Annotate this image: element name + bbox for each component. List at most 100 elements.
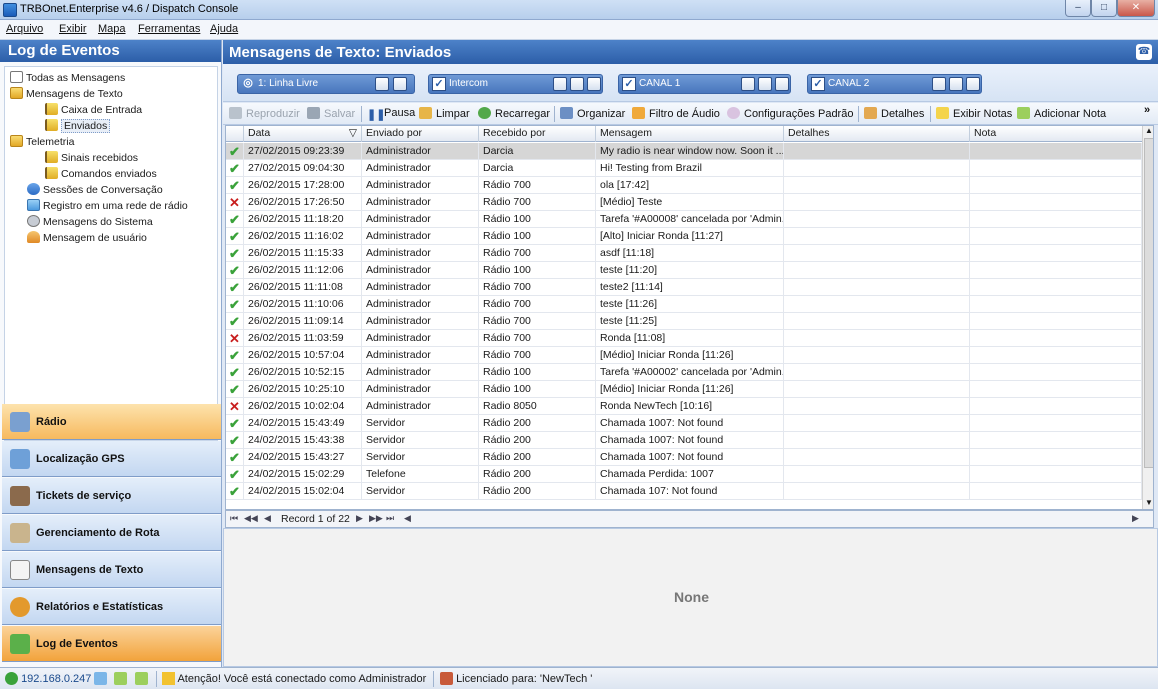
tree-item-sinais[interactable]: Sinais recebidos (45, 150, 138, 166)
menu-mapa[interactable]: Mapa (98, 23, 126, 35)
table-row[interactable]: ✔ 24/02/2015 15:02:04 Servidor Rádio 200 Cha… (226, 483, 1142, 500)
table-row[interactable]: ✔ 26/02/2015 11:12:06 Administrador Rádio 1… (226, 262, 1142, 279)
volume-icon[interactable] (553, 77, 567, 91)
table-row[interactable]: ✕ 26/02/2015 17:26:50 Administrador Rádio 7… (226, 194, 1142, 211)
table-row[interactable]: ✔ 24/02/2015 15:43:38 Servidor Rádio 200 Cha… (226, 432, 1142, 449)
checkbox-icon[interactable]: ✓ (432, 77, 446, 91)
first-page-icon[interactable]: ⏮ (230, 513, 238, 524)
tree-item-enviados[interactable]: Enviados (45, 118, 111, 134)
column-header-enviado-por[interactable]: Enviado por (362, 126, 479, 142)
minimize-button[interactable]: – (1065, 0, 1091, 17)
table-row[interactable]: ✔ 27/02/2015 09:04:30 Administrador Darcia H… (226, 160, 1142, 177)
tree-item-mensagens-texto[interactable]: Mensagens de Texto (10, 86, 123, 102)
table-row[interactable]: ✔ 26/02/2015 11:11:08 Administrador Rádio 7… (226, 279, 1142, 296)
nav-mensagens[interactable]: Mensagens de Texto (2, 552, 221, 588)
exibir-notas-button[interactable]: Exibir Notas (936, 107, 1012, 120)
next-page-icon[interactable]: ▶ (356, 513, 363, 524)
speaker-icon[interactable] (570, 77, 584, 91)
radio-status-2-icon[interactable] (135, 672, 148, 685)
channel-linha-livre[interactable]: ◎ 1: Linha Livre (237, 74, 415, 94)
next-page-fast-icon[interactable]: ▶▶ (369, 513, 383, 524)
menu-arquivo[interactable]: Arquivo (6, 23, 43, 35)
phone-icon[interactable]: ☎ (1136, 44, 1152, 60)
filtro-audio-button[interactable]: Filtro de Áudio (632, 107, 720, 120)
close-button[interactable]: ✕ (1117, 0, 1155, 17)
scroll-up-icon[interactable]: ▲ (1145, 126, 1153, 135)
limpar-button[interactable]: Limpar (419, 107, 470, 120)
nav-gps[interactable]: Localização GPS (2, 441, 221, 477)
nav-log-eventos[interactable]: Log de Eventos (2, 626, 221, 662)
radio-status-icon[interactable] (114, 672, 127, 685)
nav-tickets[interactable]: Tickets de serviço (2, 478, 221, 514)
menu-exibir[interactable]: Exibir (59, 23, 87, 35)
tree-item-sistema[interactable]: Mensagens do Sistema (27, 214, 153, 230)
vertical-scrollbar[interactable]: ▲ ▼ (1142, 126, 1153, 509)
table-row[interactable]: ✔ 24/02/2015 15:43:27 Servidor Rádio 200 Cha… (226, 449, 1142, 466)
pausa-button[interactable]: ❚❚Pausa (367, 107, 415, 121)
table-row[interactable]: ✔ 26/02/2015 11:15:33 Administrador Rádio 7… (226, 245, 1142, 262)
column-header-data[interactable]: Data ▽ (244, 126, 362, 142)
mute-icon[interactable] (966, 77, 980, 91)
prev-page-icon[interactable]: ◀ (264, 513, 271, 524)
table-row[interactable]: ✔ 26/02/2015 10:57:04 Administrador Rádio 7… (226, 347, 1142, 364)
nav-radio[interactable]: Rádio (2, 404, 221, 440)
checkbox-icon[interactable]: ✓ (811, 77, 825, 91)
menu-ajuda[interactable]: Ajuda (210, 23, 238, 35)
tree-item-usuario[interactable]: Mensagem de usuário (27, 230, 147, 246)
adicionar-nota-button[interactable]: Adicionar Nota (1017, 107, 1106, 120)
volume-icon[interactable] (741, 77, 755, 91)
tree-item-sessoes[interactable]: Sessões de Conversação (27, 182, 163, 198)
scroll-down-icon[interactable]: ▼ (1145, 498, 1153, 507)
organizar-button[interactable]: Organizar (560, 107, 625, 120)
table-row[interactable]: ✔ 26/02/2015 11:16:02 Administrador Rádio 1… (226, 228, 1142, 245)
table-row[interactable]: ✔ 26/02/2015 11:09:14 Administrador Rádio 7… (226, 313, 1142, 330)
nav-relatorios[interactable]: Relatórios e Estatísticas (2, 589, 221, 625)
column-header-detalhes[interactable]: Detalhes (784, 126, 970, 142)
table-row[interactable]: ✕ 26/02/2015 10:02:04 Administrador Radio 8… (226, 398, 1142, 415)
tree-item-telemetria[interactable]: Telemetria (10, 134, 74, 150)
speaker-icon[interactable] (758, 77, 772, 91)
last-page-icon[interactable]: ⏭ (386, 513, 394, 524)
tree-item-comandos[interactable]: Comandos enviados (45, 166, 157, 182)
mute-icon[interactable] (587, 77, 601, 91)
menu-ferramentas[interactable]: Ferramentas (138, 23, 200, 35)
scroll-thumb[interactable] (1144, 138, 1153, 468)
table-row[interactable]: ✔ 24/02/2015 15:02:29 Telefone Rádio 200 Cha… (226, 466, 1142, 483)
volume-icon[interactable] (932, 77, 946, 91)
tree-item-caixa-entrada[interactable]: Caixa de Entrada (45, 102, 142, 118)
config-padrao-button[interactable]: Configurações Padrão (727, 107, 853, 120)
column-header-recebido-por[interactable]: Recebido por (479, 126, 596, 142)
speaker-icon[interactable] (949, 77, 963, 91)
tree-item-registro[interactable]: Registro em uma rede de rádio (27, 198, 188, 214)
filter-dropdown-icon[interactable]: ◀ (404, 513, 411, 524)
table-row[interactable]: ✔ 26/02/2015 17:28:00 Administrador Rádio 7… (226, 177, 1142, 194)
table-row[interactable]: ✕ 26/02/2015 11:03:59 Administrador Rádio 7… (226, 330, 1142, 347)
table-row[interactable]: ✔ 26/02/2015 10:25:10 Administrador Rádio 1… (226, 381, 1142, 398)
toolbar-overflow-button[interactable]: » (1144, 104, 1150, 116)
table-row[interactable]: ✔ 26/02/2015 10:52:15 Administrador Rádio 1… (226, 364, 1142, 381)
column-header-mensagem[interactable]: Mensagem (596, 126, 784, 142)
detalhes-button[interactable]: Detalhes (864, 107, 924, 120)
table-row[interactable]: ✔ 27/02/2015 09:23:39 Administrador Darcia M… (226, 143, 1142, 160)
channel-canal-2[interactable]: ✓ CANAL 2 (807, 74, 982, 94)
maximize-button[interactable]: □ (1091, 0, 1117, 17)
reproduzir-button[interactable]: Reproduzir (229, 107, 300, 120)
scroll-right-icon[interactable]: ▶ (1132, 513, 1139, 524)
table-row[interactable]: ✔ 26/02/2015 11:18:20 Administrador Rádio 1… (226, 211, 1142, 228)
recarregar-button[interactable]: Recarregar (478, 107, 550, 120)
checkbox-icon[interactable]: ✓ (622, 77, 636, 91)
salvar-button[interactable]: Salvar (307, 107, 355, 120)
connection-status[interactable]: 192.168.0.247 (5, 672, 91, 685)
tree-item-todas[interactable]: Todas as Mensagens (10, 70, 125, 86)
mute-icon[interactable] (775, 77, 789, 91)
channel-intercom[interactable]: ✓ Intercom (428, 74, 603, 94)
column-header-nota[interactable]: Nota (970, 126, 1142, 142)
table-row[interactable]: ✔ 24/02/2015 15:43:49 Servidor Rádio 200 Cha… (226, 415, 1142, 432)
mute-icon[interactable] (393, 77, 407, 91)
network-icon[interactable] (94, 672, 107, 685)
volume-icon[interactable] (375, 77, 389, 91)
table-row[interactable]: ✔ 26/02/2015 11:10:06 Administrador Rádio 7… (226, 296, 1142, 313)
channel-canal-1[interactable]: ✓ CANAL 1 (618, 74, 791, 94)
prev-page-fast-icon[interactable]: ◀◀ (244, 513, 258, 524)
nav-rota[interactable]: Gerenciamento de Rota (2, 515, 221, 551)
